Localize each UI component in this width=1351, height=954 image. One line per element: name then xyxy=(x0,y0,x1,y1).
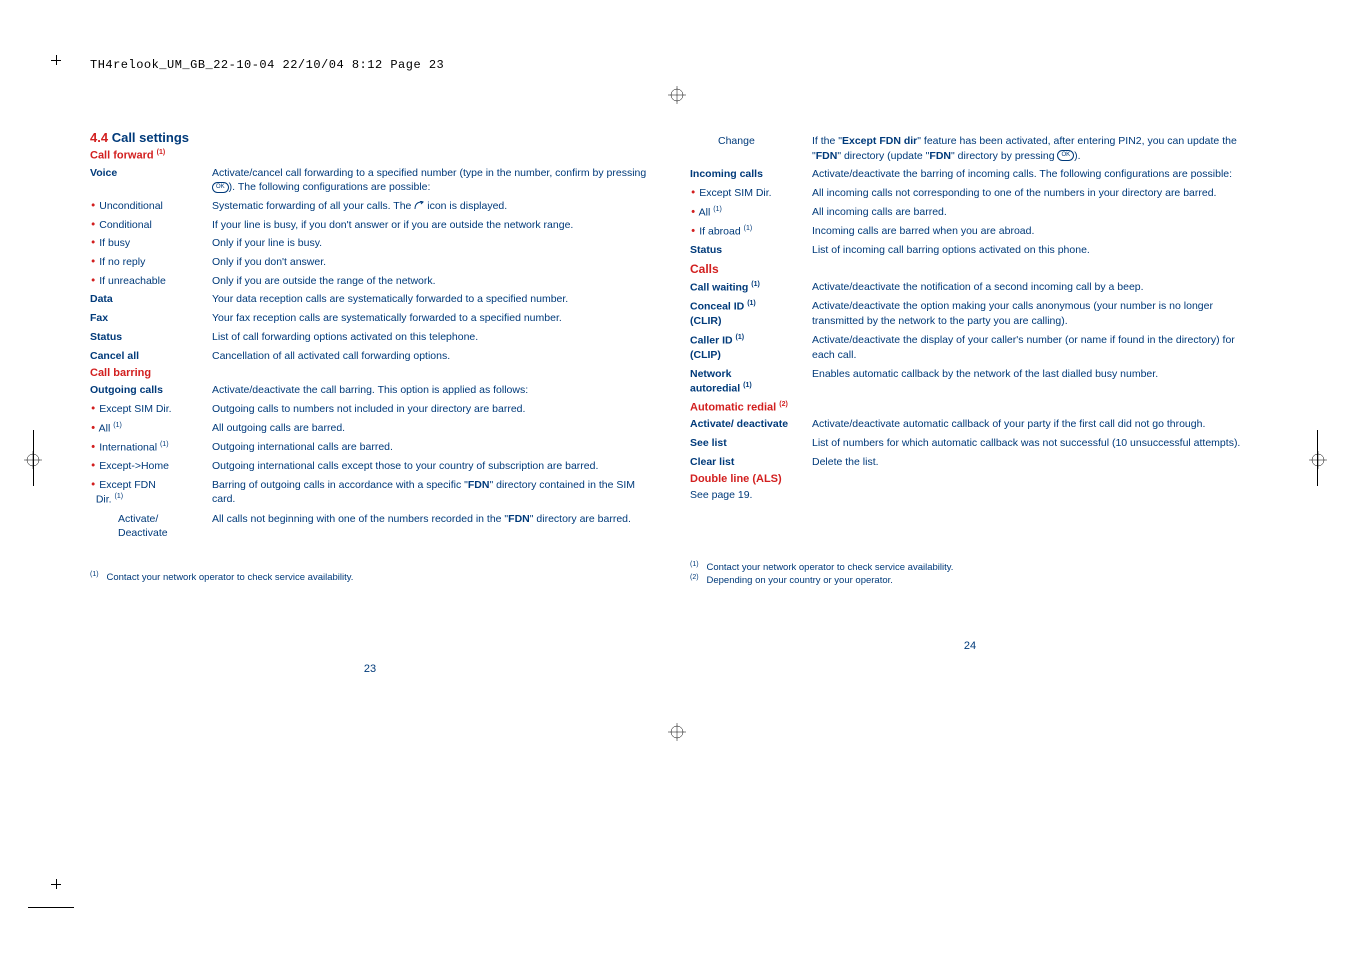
row-value: List of numbers for which automatic call… xyxy=(812,436,1250,451)
row-value: Activate/deactivate the call barring. Th… xyxy=(212,383,650,398)
subheading: Call forward (1) xyxy=(90,149,650,162)
row-value: List of call forwarding options activate… xyxy=(212,330,650,345)
row-label: Caller ID (1)(CLIP) xyxy=(690,333,812,363)
row-label: Data xyxy=(90,292,212,307)
row-value: Outgoing calls to numbers not included i… xyxy=(212,402,650,417)
page-number: 23 xyxy=(90,663,650,675)
row-value: Your data reception calls are systematic… xyxy=(212,292,650,307)
row-label: • Except SIM Dir. xyxy=(690,186,812,201)
row-value: Outgoing international calls except thos… xyxy=(212,459,650,474)
subheading: Automatic redial (2) xyxy=(690,401,1250,414)
row-label: Networkautoredial (1) xyxy=(690,367,812,397)
registration-mark xyxy=(24,451,42,469)
row-value: Outgoing international calls are barred. xyxy=(212,440,650,455)
row-value: Activate/deactivate the display of your … xyxy=(812,333,1250,362)
row-value: All calls not beginning with one of the … xyxy=(212,512,650,527)
ok-icon: OK xyxy=(212,182,229,193)
row-label: Cancel all xyxy=(90,349,212,364)
page-right: ChangeIf the "Except FDN dir" feature ha… xyxy=(690,130,1250,675)
body-text: See page 19. xyxy=(690,489,1250,501)
row-value: Delete the list. xyxy=(812,455,1250,470)
row-label: • All (1) xyxy=(690,205,812,220)
row-value: Activate/cancel call forwarding to a spe… xyxy=(212,166,650,195)
row-label: • Unconditional xyxy=(90,199,212,214)
footnote: (1) Contact your network operator to che… xyxy=(90,571,650,583)
row-value: Activate/deactivate the option making yo… xyxy=(812,299,1250,328)
row-value: All incoming calls not corresponding to … xyxy=(812,186,1250,201)
print-header: TH4relook_UM_GB_22-10-04 22/10/04 8:12 P… xyxy=(90,58,444,72)
row-value: Activate/deactivate the barring of incom… xyxy=(812,167,1250,182)
row-label: • If unreachable xyxy=(90,274,212,289)
row-label: Call waiting (1) xyxy=(690,280,812,295)
row-label: Clear list xyxy=(690,455,812,470)
row-label: • Conditional xyxy=(90,218,212,233)
row-value: Activate/deactivate automatic callback o… xyxy=(812,417,1250,432)
row-label: • Except SIM Dir. xyxy=(90,402,212,417)
row-label: Activate/ deactivate xyxy=(690,417,812,432)
row-label: Outgoing calls xyxy=(90,383,212,398)
crop-mark xyxy=(46,874,66,894)
row-label: • If busy xyxy=(90,236,212,251)
row-label: • Except FDN Dir. (1) xyxy=(90,478,212,508)
row-value: List of incoming call barring options ac… xyxy=(812,243,1250,258)
row-value: Your fax reception calls are systematica… xyxy=(212,311,650,326)
fold-mark xyxy=(28,907,74,908)
registration-mark xyxy=(668,723,686,741)
row-label: • If abroad (1) xyxy=(690,224,812,239)
page-left: 4.4 Call settings Call forward (1) Voice… xyxy=(90,130,650,675)
forward-icon xyxy=(414,201,424,211)
row-value: If your line is busy, if you don't answe… xyxy=(212,218,650,233)
subheading: Call barring xyxy=(90,367,650,379)
row-value: All outgoing calls are barred. xyxy=(212,421,650,436)
row-label: • If no reply xyxy=(90,255,212,270)
footnote: (1) Contact your network operator to che… xyxy=(690,561,1250,585)
row-label: Incoming calls xyxy=(690,167,812,182)
row-value: Cancellation of all activated call forwa… xyxy=(212,349,650,364)
row-label: Status xyxy=(690,243,812,258)
section-heading: 4.4 Call settings xyxy=(90,130,650,145)
registration-mark xyxy=(668,86,686,104)
registration-mark xyxy=(1309,451,1327,469)
row-value: Only if your line is busy. xyxy=(212,236,650,251)
ok-icon: OK xyxy=(1057,150,1074,161)
row-label: Voice xyxy=(90,166,212,181)
subheading: Calls xyxy=(690,262,1250,276)
row-value: Barring of outgoing calls in accordance … xyxy=(212,478,650,507)
row-label: See list xyxy=(690,436,812,451)
row-value: Incoming calls are barred when you are a… xyxy=(812,224,1250,239)
row-value: Enables automatic callback by the networ… xyxy=(812,367,1250,382)
row-label: Conceal ID (1)(CLIR) xyxy=(690,299,812,329)
row-value: Only if you don't answer. xyxy=(212,255,650,270)
row-value: Activate/deactivate the notification of … xyxy=(812,280,1250,295)
row-label: Change xyxy=(690,134,812,149)
row-label: • Except->Home xyxy=(90,459,212,474)
row-value: Systematic forwarding of all your calls.… xyxy=(212,199,650,214)
row-value: If the "Except FDN dir" feature has been… xyxy=(812,134,1250,163)
page-number: 24 xyxy=(690,640,1250,652)
row-label: • All (1) xyxy=(90,421,212,436)
row-label: Status xyxy=(90,330,212,345)
crop-mark xyxy=(46,50,66,70)
row-value: All incoming calls are barred. xyxy=(812,205,1250,220)
row-label: Fax xyxy=(90,311,212,326)
row-label: Activate/ Deactivate xyxy=(90,512,212,541)
row-value: Only if you are outside the range of the… xyxy=(212,274,650,289)
row-label: • International (1) xyxy=(90,440,212,455)
subheading: Double line (ALS) xyxy=(690,473,1250,485)
